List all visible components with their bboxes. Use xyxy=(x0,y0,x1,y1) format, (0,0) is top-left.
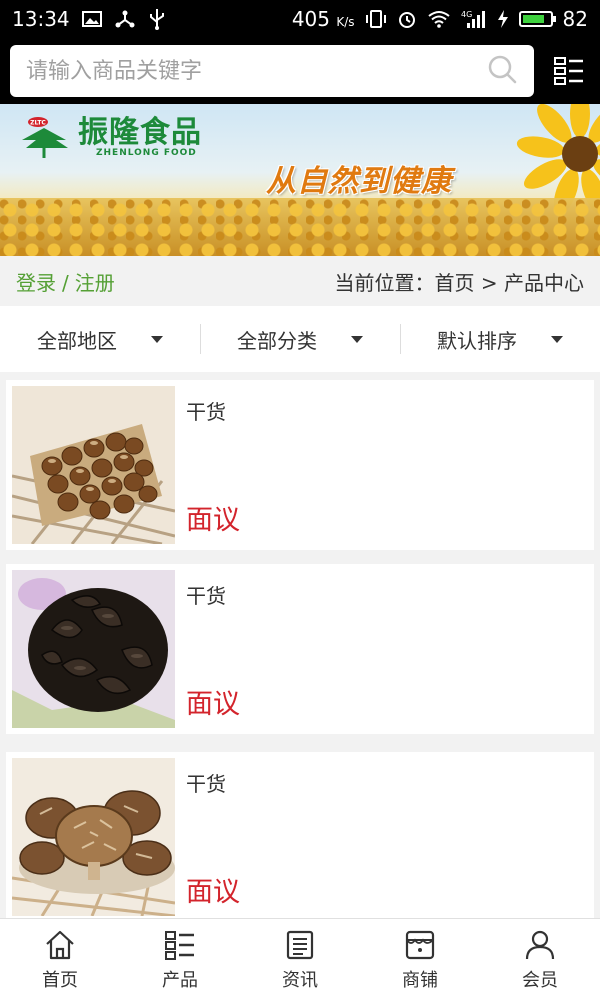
charging-icon xyxy=(497,9,509,29)
product-list: 干货 面议 干货 面议 干货 面议 xyxy=(0,372,600,918)
product-title[interactable]: 干货 xyxy=(186,396,226,425)
tab-stores[interactable]: 商铺 xyxy=(360,919,480,1000)
tab-label: 产品 xyxy=(162,969,198,991)
filter-label: 默认排序 xyxy=(437,328,517,353)
product-title[interactable]: 干货 xyxy=(186,768,226,797)
tab-label: 资讯 xyxy=(282,969,318,991)
filter-label: 全部地区 xyxy=(37,328,117,353)
store-icon xyxy=(405,930,435,959)
login-link[interactable]: 登录 xyxy=(16,271,56,295)
caret-down-icon xyxy=(351,335,363,343)
bottom-tab-bar: 首页 产品 资讯 商铺 会员 xyxy=(0,918,600,1000)
current-location: 当前位置：首页 > 产品中心 xyxy=(334,270,584,295)
grid-list-icon xyxy=(165,930,194,960)
tab-label: 会员 xyxy=(522,969,558,991)
status-bar: 13:34 405 K/s 4G 82 xyxy=(0,0,600,38)
product-card[interactable]: 干货 面议 xyxy=(6,380,594,550)
tab-member[interactable]: 会员 xyxy=(480,919,600,1000)
auth-separator: / xyxy=(62,270,69,295)
product-image-black-fungus[interactable] xyxy=(12,570,175,728)
banner-slogan: 从自然到健康 xyxy=(266,164,452,199)
user-icon xyxy=(525,930,555,959)
signal-4g-icon: 4G xyxy=(461,9,487,29)
vibrate-icon xyxy=(365,9,387,29)
search-box xyxy=(10,45,534,97)
status-time: 13:34 xyxy=(12,7,70,31)
logo-english-name: ZHENLONG FOOD xyxy=(96,148,197,158)
tab-news[interactable]: 资讯 xyxy=(240,919,360,1000)
brand-banner[interactable]: ZLTC 振隆食品 ZHENLONG FOOD 从自然到健康 xyxy=(0,104,600,256)
filter-region-dropdown[interactable]: 全部地区 xyxy=(0,306,200,372)
network-share-icon xyxy=(114,9,136,29)
wifi-icon xyxy=(427,10,451,28)
product-card[interactable]: 干货 面议 xyxy=(6,564,594,734)
tab-label: 首页 xyxy=(42,969,78,991)
svg-text:ZLTC: ZLTC xyxy=(30,120,46,127)
search-icon[interactable] xyxy=(486,53,518,89)
usb-icon xyxy=(148,8,166,30)
filter-sort-dropdown[interactable]: 默认排序 xyxy=(400,306,600,372)
logo-chinese-name: 振隆食品 xyxy=(78,115,202,150)
register-link[interactable]: 注册 xyxy=(75,271,115,295)
alarm-icon xyxy=(397,9,417,29)
product-card[interactable]: 干货 面议 xyxy=(6,752,594,918)
network-speed: 405 K/s xyxy=(291,7,355,31)
image-icon xyxy=(81,10,102,28)
product-price: 面议 xyxy=(186,877,240,908)
filter-bar: 全部地区 全部分类 默认排序 xyxy=(0,306,600,372)
filter-category-dropdown[interactable]: 全部分类 xyxy=(200,306,400,372)
product-price: 面议 xyxy=(186,689,240,720)
product-title[interactable]: 干货 xyxy=(186,580,226,609)
home-icon xyxy=(46,930,74,959)
breadcrumb: 登录 / 注册 当前位置：首页 > 产品中心 xyxy=(0,256,600,306)
svg-text:4G: 4G xyxy=(461,10,472,19)
logo-tree-icon: ZLTC xyxy=(22,117,68,158)
tab-label: 商铺 xyxy=(402,969,438,991)
product-image-shiitake-mushrooms[interactable] xyxy=(12,758,175,916)
brand-logo: ZLTC 振隆食品 ZHENLONG FOOD xyxy=(18,114,202,162)
product-image-hazelnuts[interactable] xyxy=(12,386,175,544)
sunflower-field xyxy=(0,198,600,256)
search-input[interactable] xyxy=(26,58,486,84)
tab-products[interactable]: 产品 xyxy=(120,919,240,1000)
search-header xyxy=(0,38,600,104)
battery-percent: 82 xyxy=(562,7,588,31)
caret-down-icon xyxy=(151,335,163,343)
tab-home[interactable]: 首页 xyxy=(0,919,120,1000)
auth-links: 登录 / 注册 xyxy=(16,267,115,296)
filter-label: 全部分类 xyxy=(237,328,317,353)
caret-down-icon xyxy=(551,335,563,343)
news-icon xyxy=(286,930,314,959)
category-menu-icon[interactable] xyxy=(554,56,584,86)
battery-icon xyxy=(518,11,556,27)
product-price: 面议 xyxy=(186,505,240,536)
